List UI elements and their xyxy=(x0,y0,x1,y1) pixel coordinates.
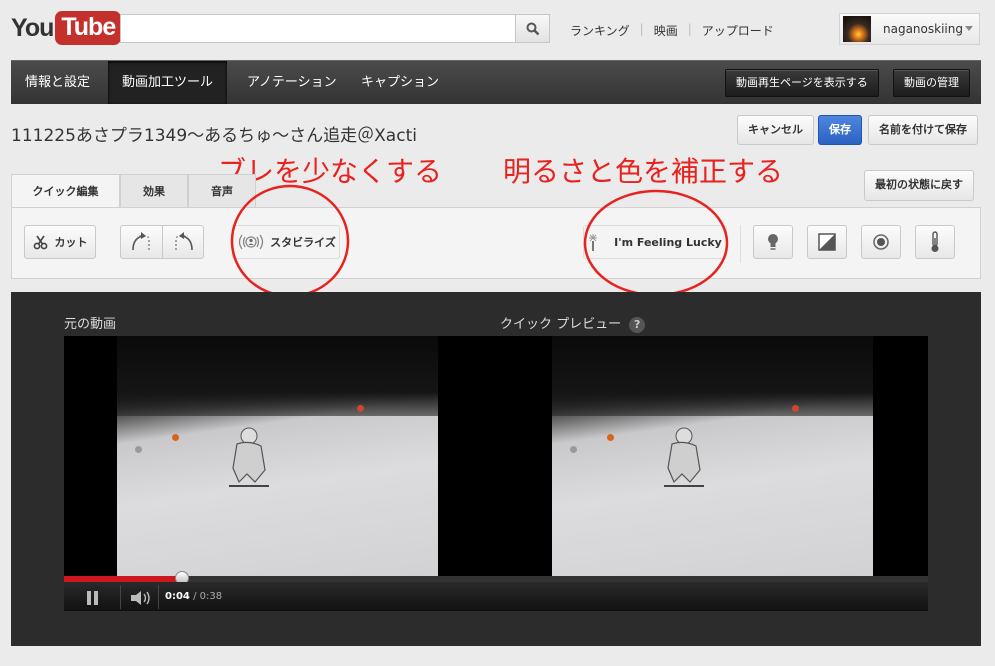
original-video-frame xyxy=(117,336,438,576)
pause-icon[interactable] xyxy=(82,589,104,607)
lucky-highlight-circle xyxy=(583,189,729,297)
help-icon[interactable]: ? xyxy=(629,317,646,333)
quick-preview-text: クイック プレビュー xyxy=(500,317,622,332)
video-thumbnail-detail xyxy=(570,446,577,453)
quick-preview-label: クイック プレビュー? xyxy=(500,313,646,333)
video-thumbnail-trees xyxy=(552,336,873,416)
video-thumbnail-detail xyxy=(172,434,179,441)
video-thumbnail-detail xyxy=(357,405,364,412)
stabilize-highlight-circle xyxy=(230,184,350,298)
volume-icon[interactable] xyxy=(129,589,153,607)
video-thumbnail-skier xyxy=(229,427,269,487)
original-video-label: 元の動画 xyxy=(64,317,117,332)
control-divider xyxy=(120,585,121,609)
time-display: 0:04 / 0:38 xyxy=(165,591,222,602)
video-thumbnail-skier xyxy=(664,427,704,487)
time-total: / 0:38 xyxy=(193,591,223,602)
video-thumbnail-detail xyxy=(607,434,614,441)
video-thumbnail-detail xyxy=(792,405,799,412)
control-divider xyxy=(158,585,159,609)
quick-preview-frame xyxy=(552,336,873,576)
video-thumbnail-detail xyxy=(135,446,142,453)
time-current: 0:04 xyxy=(165,591,190,602)
video-thumbnail-trees xyxy=(117,336,438,416)
